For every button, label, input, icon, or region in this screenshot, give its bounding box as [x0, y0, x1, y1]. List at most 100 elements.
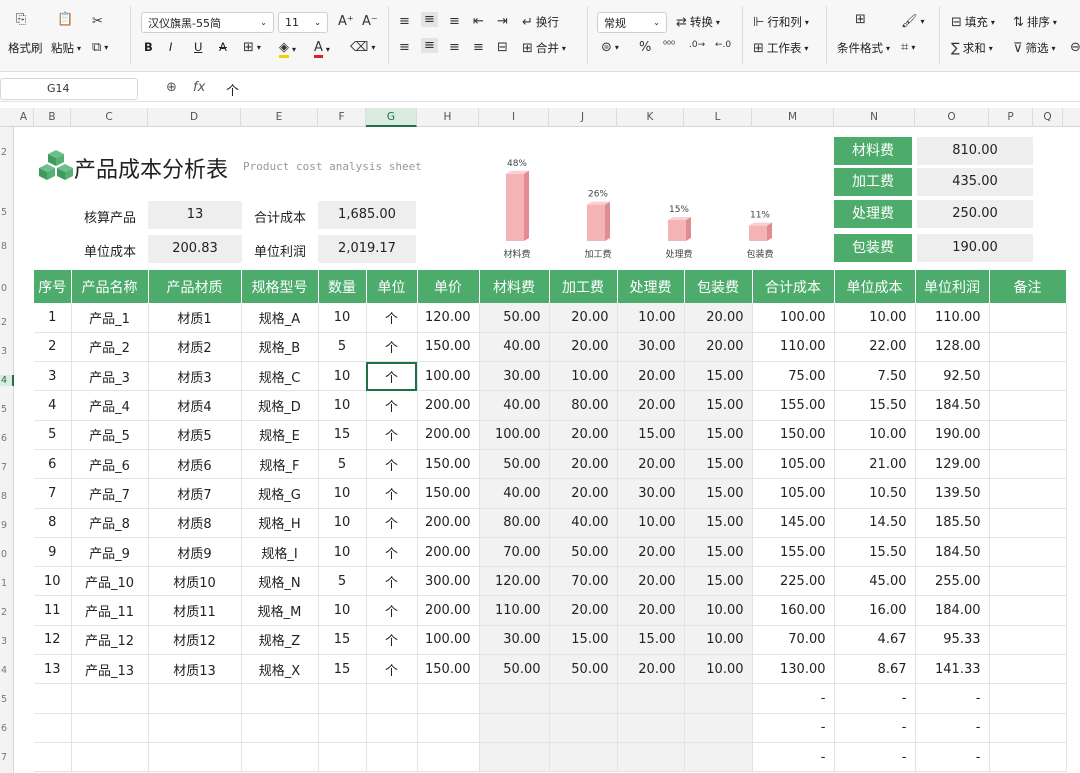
table-cell[interactable]: 10 [318, 390, 367, 421]
merge-button[interactable]: ⊞ 合并 ▾ [522, 40, 566, 56]
table-cell[interactable]: 10 [318, 595, 367, 626]
table-cell[interactable]: 15.00 [684, 537, 753, 568]
filter-button[interactable]: ⊽ 筛选 ▾ [1013, 40, 1056, 56]
underline-button[interactable]: U [194, 40, 202, 54]
table-cell[interactable]: 8 [34, 508, 72, 538]
table-cell[interactable] [989, 683, 1067, 714]
formula-input[interactable]: 个 [226, 80, 239, 99]
table-cell[interactable] [479, 713, 550, 743]
table-cell[interactable]: 15.00 [549, 625, 618, 656]
table-cell[interactable]: 10 [318, 361, 367, 392]
table-cell[interactable]: 2 [34, 332, 72, 363]
table-cell[interactable] [989, 361, 1067, 392]
table-cell[interactable] [989, 742, 1067, 773]
column-header-i[interactable]: I [479, 108, 549, 127]
number-format-select[interactable]: 常规 ⌄ [597, 12, 667, 33]
row-header[interactable]: 3 [0, 636, 14, 647]
row-header[interactable]: 4 [0, 665, 14, 676]
align-middle-icon[interactable]: ≡ [421, 12, 438, 27]
table-cell[interactable]: 10 [318, 508, 367, 538]
table-cell[interactable] [989, 595, 1067, 626]
align-bottom-icon[interactable]: ≡ [449, 14, 460, 29]
table-cell[interactable]: 材质7 [148, 478, 242, 509]
table-cell[interactable] [989, 625, 1067, 656]
thousands-icon[interactable]: ⁰⁰⁰ [663, 40, 675, 51]
table-cell[interactable]: 300.00 [417, 566, 480, 597]
table-cell[interactable]: 个 [366, 654, 418, 685]
table-cell[interactable] [417, 683, 480, 714]
table-cell[interactable]: 200.00 [417, 390, 480, 421]
table-cell[interactable]: 92.50 [915, 361, 990, 392]
align-center-icon[interactable]: ≡ [421, 38, 438, 53]
table-cell[interactable] [366, 713, 418, 743]
table-cell[interactable]: 141.33 [915, 654, 990, 685]
table-cell[interactable]: 10.00 [617, 508, 685, 538]
table-cell[interactable] [318, 742, 367, 773]
table-cell[interactable]: 150.00 [417, 449, 480, 480]
row-header[interactable]: 6 [0, 433, 14, 444]
table-cell[interactable]: 产品_7 [71, 478, 149, 509]
table-cell[interactable] [989, 303, 1067, 333]
copy-icon[interactable]: ⧉ ▾ [92, 40, 108, 55]
table-cell[interactable]: 规格_M [241, 595, 319, 626]
table-cell[interactable]: 15.00 [617, 420, 685, 450]
table-cell[interactable]: 100.00 [417, 361, 480, 392]
wrap-text-button[interactable]: ↵ 换行 [522, 14, 559, 30]
table-cell[interactable]: 120.00 [479, 566, 550, 597]
eraser-icon[interactable]: ⌫ ▾ [350, 40, 375, 55]
decimal-increase-icon[interactable]: .0→ [689, 40, 705, 50]
table-cell[interactable]: 15 [318, 654, 367, 685]
table-cell[interactable]: 个 [366, 537, 418, 568]
table-cell[interactable] [71, 713, 149, 743]
table-cell[interactable]: 184.50 [915, 537, 990, 568]
table-cell[interactable]: 10 [34, 566, 72, 597]
indent-decrease-icon[interactable]: ⇤ [473, 14, 484, 29]
table-cell[interactable] [241, 683, 319, 714]
table-cell[interactable]: 20.00 [549, 332, 618, 363]
table-cell[interactable]: 80.00 [549, 390, 618, 421]
table-cell[interactable]: 10.00 [684, 625, 753, 656]
chart-bar[interactable] [587, 204, 605, 241]
table-cell[interactable] [417, 742, 480, 773]
table-cell[interactable]: 15.00 [684, 390, 753, 421]
table-cell[interactable]: 10.00 [684, 654, 753, 685]
table-cell[interactable]: 10.00 [684, 595, 753, 626]
table-cell[interactable]: 13 [34, 654, 72, 685]
justify-icon[interactable]: ≡ [473, 40, 484, 55]
fill-color-icon[interactable]: ◈ ▾ [279, 40, 296, 58]
table-cell[interactable]: 20.00 [617, 361, 685, 392]
table-cell[interactable]: 个 [366, 390, 418, 421]
row-header[interactable]: 9 [0, 520, 14, 531]
handling-cost-value[interactable]: 250.00 [917, 200, 1033, 228]
material-cost-value[interactable]: 810.00 [917, 137, 1033, 165]
table-cell[interactable]: 190.00 [915, 420, 990, 450]
table-cell[interactable] [148, 713, 242, 743]
column-header-d[interactable]: D [148, 108, 241, 127]
table-header-cell[interactable]: 合计成本 [752, 270, 835, 303]
table-cell[interactable] [989, 566, 1067, 597]
percent-icon[interactable]: % [639, 40, 651, 55]
table-cell[interactable]: 产品_5 [71, 420, 149, 450]
table-cell[interactable] [241, 713, 319, 743]
table-cell[interactable]: 200.00 [417, 420, 480, 450]
column-header-p[interactable]: P [989, 108, 1033, 127]
processing-cost-label[interactable]: 加工费 [834, 168, 912, 196]
table-cell[interactable]: - [752, 713, 835, 743]
table-cell[interactable]: 15.00 [684, 508, 753, 538]
row-header[interactable]: 7 [0, 462, 14, 473]
row-header[interactable]: 8 [0, 491, 14, 502]
table-cell[interactable]: 22.00 [834, 332, 916, 363]
table-cell[interactable] [366, 742, 418, 773]
column-header-k[interactable]: K [617, 108, 684, 127]
table-cell[interactable] [989, 478, 1067, 509]
table-cell[interactable] [989, 332, 1067, 363]
table-cell[interactable]: 材质1 [148, 303, 242, 333]
table-cell[interactable]: 15.50 [834, 390, 916, 421]
table-cell[interactable]: 5 [318, 449, 367, 480]
table-cell[interactable]: 7 [34, 478, 72, 509]
sum-button[interactable]: ∑ 求和 ▾ [951, 40, 993, 56]
table-cell[interactable]: 105.00 [752, 478, 835, 509]
packaging-cost-value[interactable]: 190.00 [917, 234, 1033, 262]
cell-border-icon[interactable]: ⌗ ▾ [901, 40, 915, 55]
table-cell[interactable]: 材质6 [148, 449, 242, 480]
